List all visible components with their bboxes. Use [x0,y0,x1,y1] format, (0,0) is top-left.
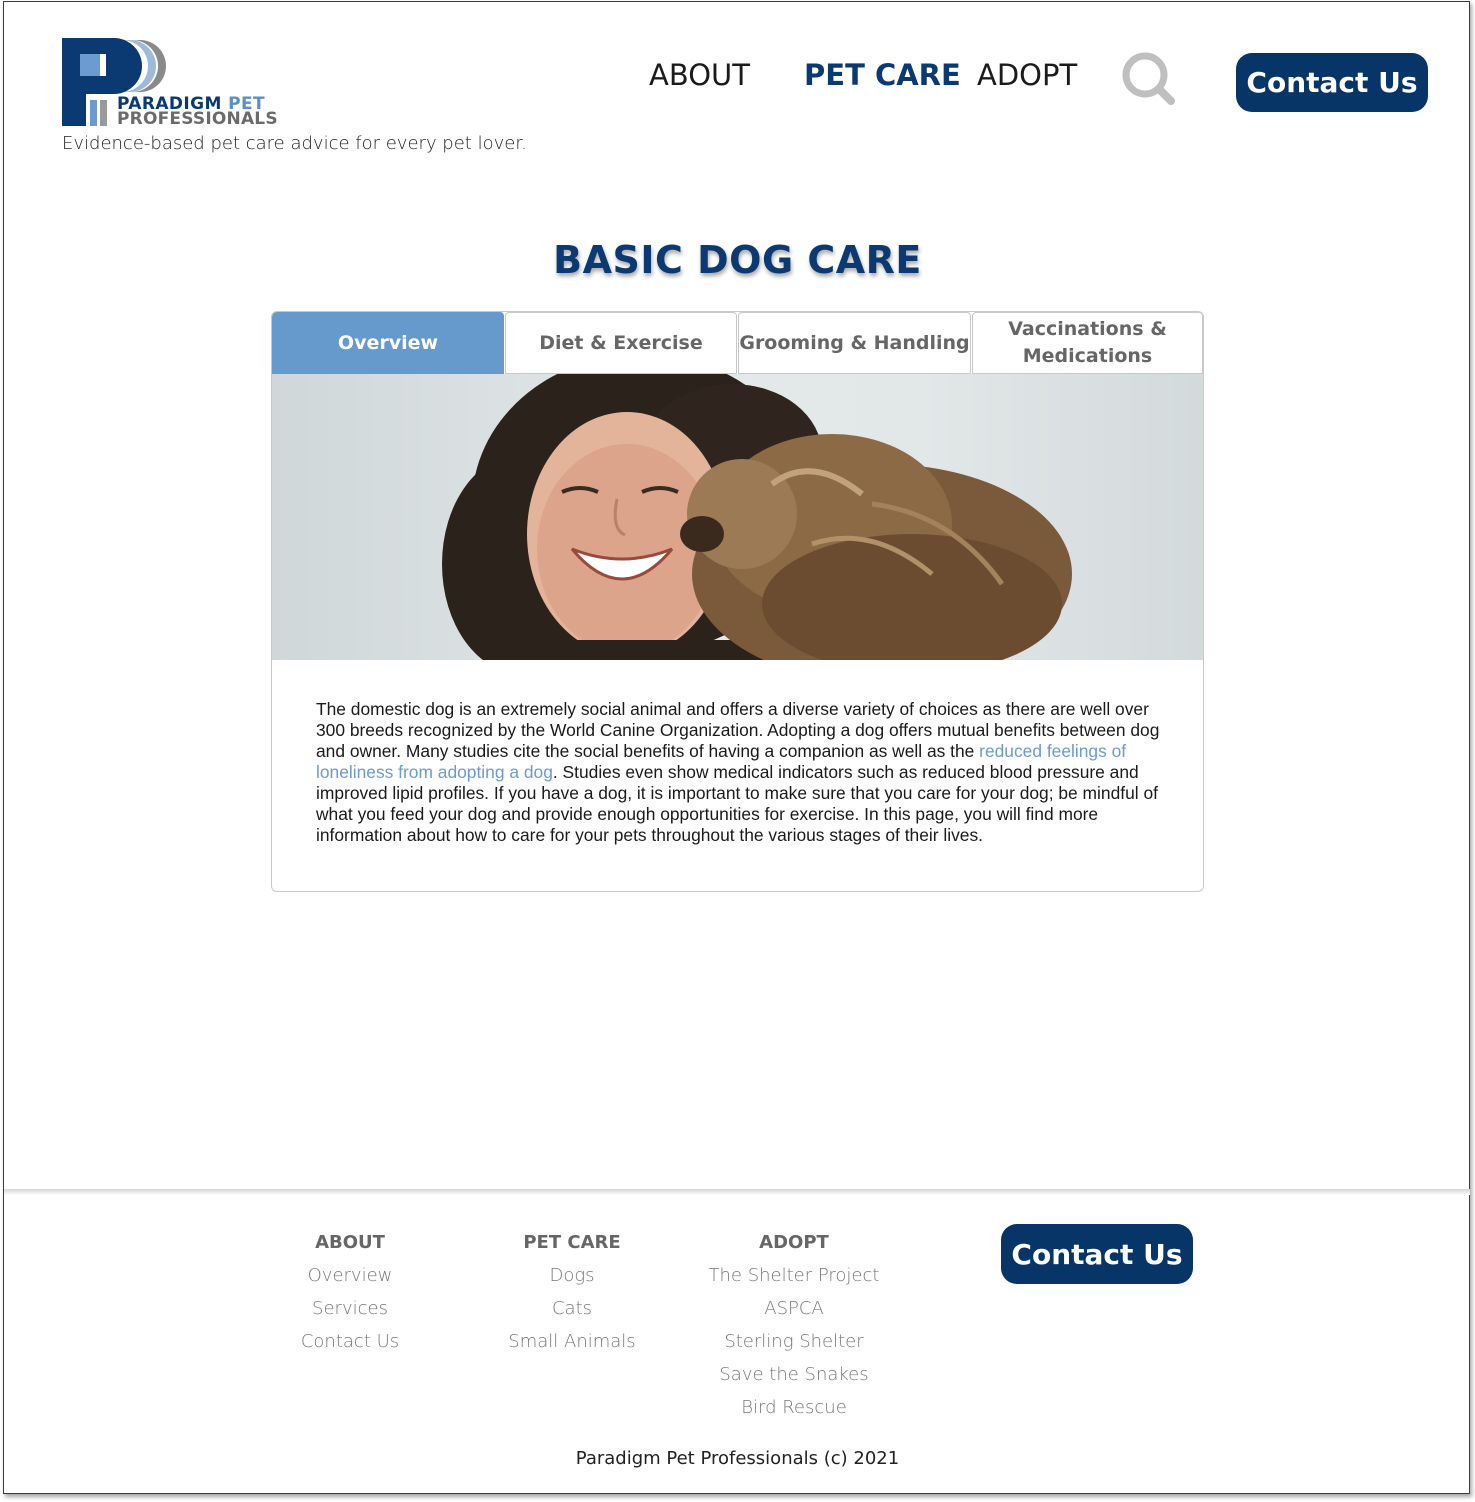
nav-pet-care[interactable]: PET CARE [804,58,961,92]
footer-link-small-animals[interactable]: Small Animals [462,1331,682,1364]
footer-divider [4,1189,1470,1195]
footer-link-shelter-project[interactable]: The Shelter Project [684,1265,904,1298]
search-icon[interactable] [1120,50,1176,106]
footer-heading-about: ABOUT [315,1232,385,1253]
header-contact-button[interactable]: Contact Us [1236,53,1428,112]
site-logo[interactable]: PARADIGM PET PROFESSIONALS [62,38,282,130]
nav-about[interactable]: ABOUT [649,58,750,92]
footer-contact-button[interactable]: Contact Us [1001,1224,1193,1284]
footer-column-pet-care: PET CARE Dogs Cats Small Animals [462,1232,682,1364]
footer-link-aspca[interactable]: ASPCA [684,1298,904,1331]
overview-article: The domestic dog is an extremely social … [316,699,1166,846]
footer-link-bird-rescue[interactable]: Bird Rescue [684,1397,904,1430]
footer-link-dogs[interactable]: Dogs [462,1265,682,1298]
tab-grooming-handling[interactable]: Grooming & Handling [738,312,971,374]
footer-heading-pet-care: PET CARE [523,1232,621,1253]
tab-overview[interactable]: Overview [272,312,504,374]
tab-diet-exercise[interactable]: Diet & Exercise [505,312,737,374]
hero-illustration [442,374,1072,660]
logo-word-professionals: PROFESSIONALS [117,109,278,129]
tab-bar: Overview Diet & Exercise Grooming & Hand… [272,312,1203,374]
nav-adopt[interactable]: ADOPT [977,58,1077,92]
site-tagline: Evidence-based pet care advice for every… [62,133,527,154]
page-title: BASIC DOG CARE [553,238,922,282]
content-card: Overview Diet & Exercise Grooming & Hand… [271,311,1204,892]
footer-column-adopt: ADOPT The Shelter Project ASPCA Sterling… [684,1232,904,1430]
footer-heading-adopt: ADOPT [759,1232,829,1253]
footer-link-services[interactable]: Services [240,1298,460,1331]
footer-link-sterling-shelter[interactable]: Sterling Shelter [684,1331,904,1364]
footer-link-overview[interactable]: Overview [240,1265,460,1298]
footer-link-contact-us[interactable]: Contact Us [240,1331,460,1364]
footer-copyright: Paradigm Pet Professionals (c) 2021 [575,1448,900,1469]
footer-link-cats[interactable]: Cats [462,1298,682,1331]
tab-vaccinations-medications[interactable]: Vaccinations & Medications [972,312,1203,374]
footer-column-about: ABOUT Overview Services Contact Us [240,1232,460,1364]
hero-image-woman-with-dog [272,374,1203,660]
footer-link-save-the-snakes[interactable]: Save the Snakes [684,1364,904,1397]
